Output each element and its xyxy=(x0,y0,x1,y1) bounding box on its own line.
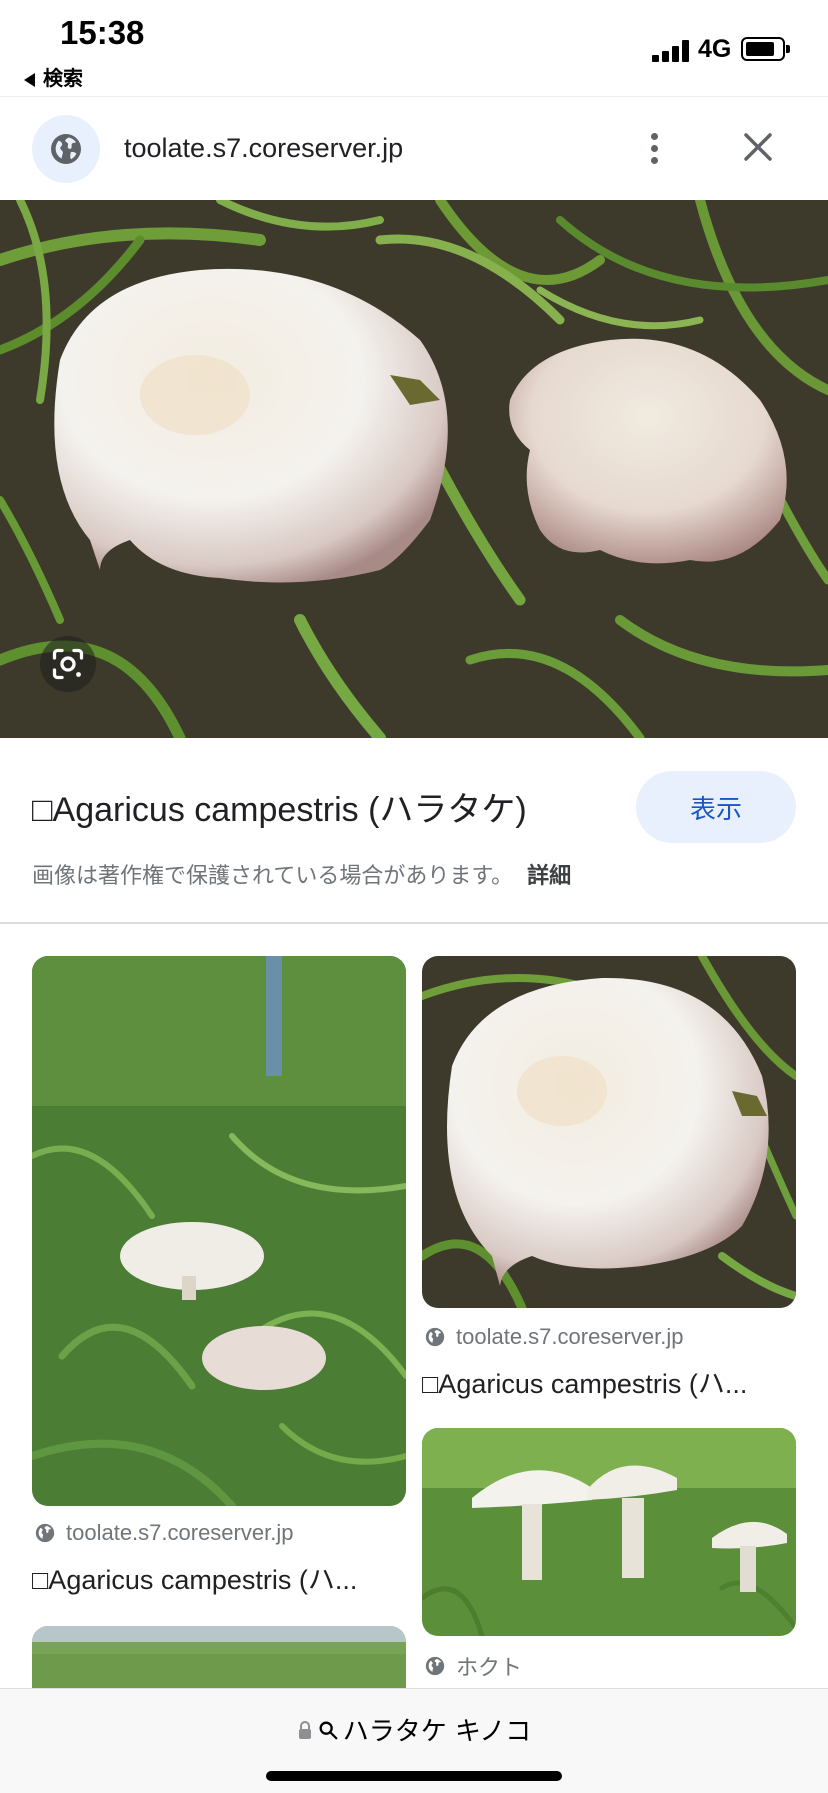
result-image[interactable] xyxy=(422,956,796,1308)
more-options-button[interactable] xyxy=(634,121,674,177)
result-source: toolate.s7.coreserver.jp xyxy=(424,1324,683,1350)
copyright-text: 画像は著作権で保護されている場合があります。 xyxy=(32,864,514,889)
result-title[interactable]: □Agaricus campestris (ハ... xyxy=(32,1558,357,1597)
home-indicator[interactable] xyxy=(266,1771,562,1781)
globe-icon xyxy=(425,1656,445,1676)
url-text[interactable]: toolate.s7.coreserver.jp xyxy=(124,133,403,164)
site-info-button[interactable] xyxy=(32,115,100,183)
close-icon xyxy=(744,133,772,161)
lens-button[interactable] xyxy=(40,636,96,692)
globe-icon xyxy=(425,1327,445,1347)
signal-icon xyxy=(652,38,692,62)
divider xyxy=(0,922,828,924)
mushroom-field-photo xyxy=(32,956,406,1506)
search-icon xyxy=(319,1721,338,1739)
copyright-notice: 画像は著作権で保護されている場合があります。 詳細 xyxy=(32,858,571,890)
search-query[interactable]: ハラタケ キノコ xyxy=(0,1711,828,1748)
more-vert-icon xyxy=(651,133,658,140)
result-source: toolate.s7.coreserver.jp xyxy=(34,1520,293,1546)
preview-title[interactable]: □Agaricus campestris (ハラタケ) xyxy=(32,782,527,831)
bottom-search-bar[interactable]: ハラタケ キノコ xyxy=(0,1688,828,1793)
field-photo xyxy=(32,1626,406,1688)
status-time: 15:38 xyxy=(60,14,145,51)
result-source-label: toolate.s7.coreserver.jp xyxy=(456,1324,684,1349)
result-title[interactable]: □Agaricus campestris (ハ... xyxy=(422,1362,747,1401)
preview-image[interactable] xyxy=(0,200,828,738)
close-button[interactable] xyxy=(736,125,780,169)
back-to-app-link[interactable]: 検索 xyxy=(24,62,83,91)
result-source: ホクト xyxy=(424,1650,522,1682)
battery-fill xyxy=(746,42,774,56)
browser-toolbar: toolate.s7.coreserver.jp xyxy=(0,96,828,201)
back-app-label: 検索 xyxy=(43,66,83,90)
battery-icon xyxy=(741,37,790,61)
details-link[interactable]: 詳細 xyxy=(527,864,571,889)
search-query-text: ハラタケ キノコ xyxy=(342,1717,532,1747)
lens-icon xyxy=(52,648,84,680)
status-bar: 15:38 検索 4G xyxy=(0,0,828,96)
result-source-label: toolate.s7.coreserver.jp xyxy=(66,1520,294,1545)
globe-icon xyxy=(51,134,81,164)
lock-icon xyxy=(298,1720,311,1739)
mushroom-photo xyxy=(0,200,828,738)
globe-icon xyxy=(35,1523,55,1543)
mushroom-closeup-photo xyxy=(422,956,796,1308)
white-mushrooms-photo xyxy=(422,1428,796,1636)
visit-button[interactable]: 表示 xyxy=(636,771,796,843)
back-triangle-icon xyxy=(24,72,35,87)
network-type: 4G xyxy=(698,35,732,63)
result-source-label: ホクト xyxy=(456,1655,523,1680)
result-image[interactable] xyxy=(422,1428,796,1636)
result-image[interactable] xyxy=(32,956,406,1506)
result-image[interactable] xyxy=(32,1626,406,1688)
